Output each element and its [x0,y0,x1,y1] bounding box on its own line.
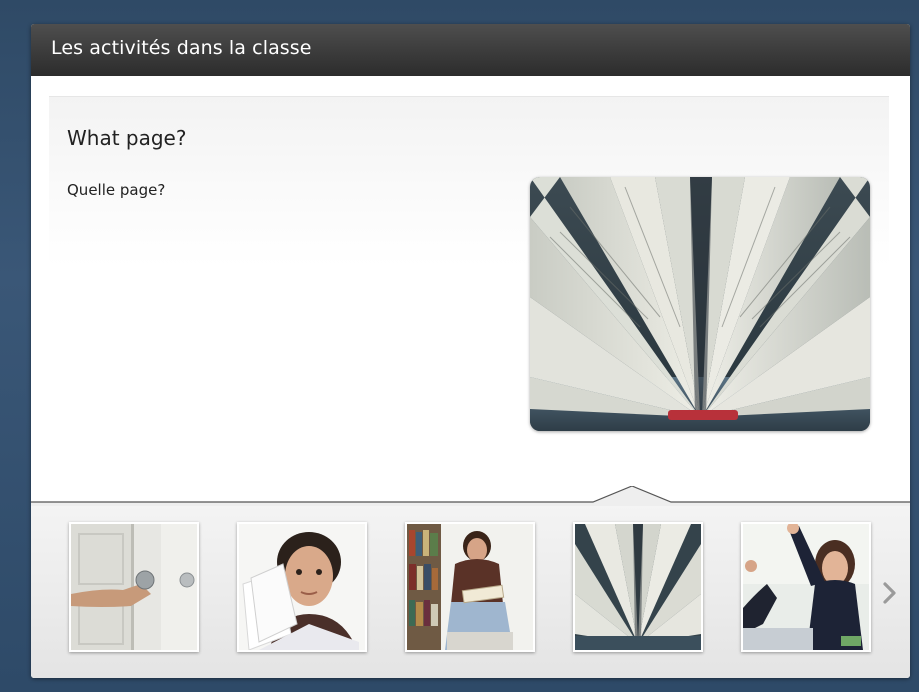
prompt-translation: Quelle page? [67,181,166,199]
student-reading-in-library-image [407,524,533,650]
window-title: Les activités dans la classe [51,37,312,59]
selection-pointer [31,486,910,506]
activity-window: Les activités dans la classe What page? … [31,24,910,678]
hand-opening-door-image [71,524,197,650]
title-bar: Les activités dans la classe [31,24,910,76]
thumbnail-raising-hand[interactable] [741,522,871,652]
student-holding-papers-image [239,524,365,650]
thumbnail-library-reading[interactable] [405,522,535,652]
student-raising-hand-image [743,524,869,650]
prompt-heading: What page? [67,126,187,150]
chevron-right-icon[interactable] [880,581,900,605]
thumbnail-door[interactable] [69,522,199,652]
thumbnail-student-papers[interactable] [237,522,367,652]
thumbnail-open-book[interactable] [573,522,703,652]
main-image-open-book [530,177,870,431]
open-book-thumbnail-image [575,524,701,650]
